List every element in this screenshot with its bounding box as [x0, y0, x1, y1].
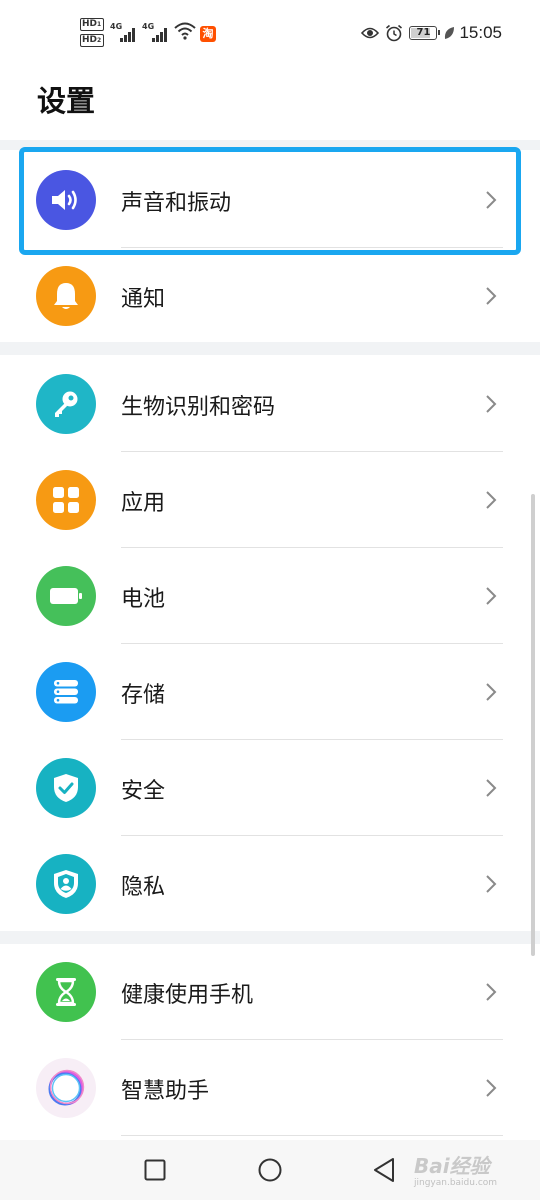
- settings-group-1: 声音和振动 通知: [0, 150, 540, 342]
- hd-indicators: HD1 HD2: [80, 18, 108, 50]
- header: 设置: [0, 66, 540, 140]
- apps-grid-icon: [36, 470, 96, 530]
- baidu-jingyan-watermark: Bai经验 jingyan.baidu.com: [408, 1148, 534, 1194]
- settings-item-label: 安全: [121, 779, 166, 804]
- storage-icon: [36, 662, 96, 722]
- settings-item-label: 智慧助手: [121, 1079, 210, 1104]
- settings-item-label: 隐私: [121, 875, 166, 900]
- settings-item-apps[interactable]: 应用: [0, 452, 540, 548]
- eye-comfort-icon: [361, 27, 380, 39]
- taobao-notification-icon: 淘: [200, 26, 216, 42]
- shield-check-icon: [36, 758, 96, 818]
- divider: [121, 1135, 503, 1136]
- settings-item-privacy[interactable]: 隐私: [0, 836, 540, 932]
- chevron-right-icon: [486, 491, 497, 509]
- hd-badge-2: HD2: [80, 34, 104, 47]
- battery-indicator: 71: [409, 26, 441, 40]
- scrollbar[interactable]: [531, 494, 535, 956]
- chevron-right-icon: [486, 587, 497, 605]
- battery-icon: [36, 566, 96, 626]
- settings-item-label: 存储: [121, 683, 166, 708]
- chevron-right-icon: [486, 287, 497, 305]
- settings-item-label: 健康使用手机: [121, 983, 254, 1008]
- settings-item-label: 电池: [121, 587, 166, 612]
- back-triangle-icon[interactable]: [372, 1157, 396, 1183]
- settings-item-notifications[interactable]: 通知: [0, 248, 540, 344]
- key-icon: [36, 374, 96, 434]
- settings-item-label: 通知: [121, 287, 166, 312]
- settings-item-smart-assistant[interactable]: 智慧助手: [0, 1040, 540, 1136]
- wifi-icon: [174, 22, 196, 40]
- chevron-right-icon: [486, 683, 497, 701]
- page-title: 设置: [37, 84, 96, 118]
- chevron-right-icon: [486, 1079, 497, 1097]
- hourglass-icon: [36, 962, 96, 1022]
- chevron-right-icon: [486, 395, 497, 413]
- chevron-right-icon: [486, 191, 497, 209]
- home-circle-icon[interactable]: [258, 1158, 282, 1182]
- settings-item-label: 应用: [121, 491, 166, 516]
- settings-item-battery[interactable]: 电池: [0, 548, 540, 644]
- settings-group-3: 健康使用手机 智慧助手: [0, 944, 540, 1140]
- recent-apps-square-icon[interactable]: [144, 1159, 166, 1181]
- power-saving-leaf-icon: [445, 27, 455, 39]
- settings-item-label: 声音和振动: [121, 191, 232, 216]
- chevron-right-icon: [486, 983, 497, 1001]
- status-bar: HD1 HD2 4G 4G 淘 71 15:05: [0, 0, 540, 66]
- watermark-main: Bai经验: [414, 1154, 490, 1178]
- clock: 15:05: [459, 23, 502, 42]
- hd-badge-1: HD1: [80, 18, 104, 31]
- chevron-right-icon: [486, 875, 497, 893]
- speaker-icon: [36, 170, 96, 230]
- chevron-right-icon: [486, 779, 497, 797]
- alarm-icon: [386, 24, 403, 42]
- settings-item-security[interactable]: 安全: [0, 740, 540, 836]
- assistant-ring-icon: [36, 1058, 96, 1118]
- settings-group-2: 生物识别和密码 应用 电池 存储 安全 隐私: [0, 355, 540, 931]
- settings-item-storage[interactable]: 存储: [0, 644, 540, 740]
- watermark-sub: jingyan.baidu.com: [414, 1178, 498, 1188]
- status-right: 71 15:05: [361, 20, 502, 46]
- settings-item-sound-vibration[interactable]: 声音和振动: [0, 152, 540, 248]
- bell-icon: [36, 266, 96, 326]
- settings-item-digital-balance[interactable]: 健康使用手机: [0, 944, 540, 1040]
- settings-item-biometrics-password[interactable]: 生物识别和密码: [0, 356, 540, 452]
- privacy-shield-icon: [36, 854, 96, 914]
- settings-item-label: 生物识别和密码: [121, 395, 276, 420]
